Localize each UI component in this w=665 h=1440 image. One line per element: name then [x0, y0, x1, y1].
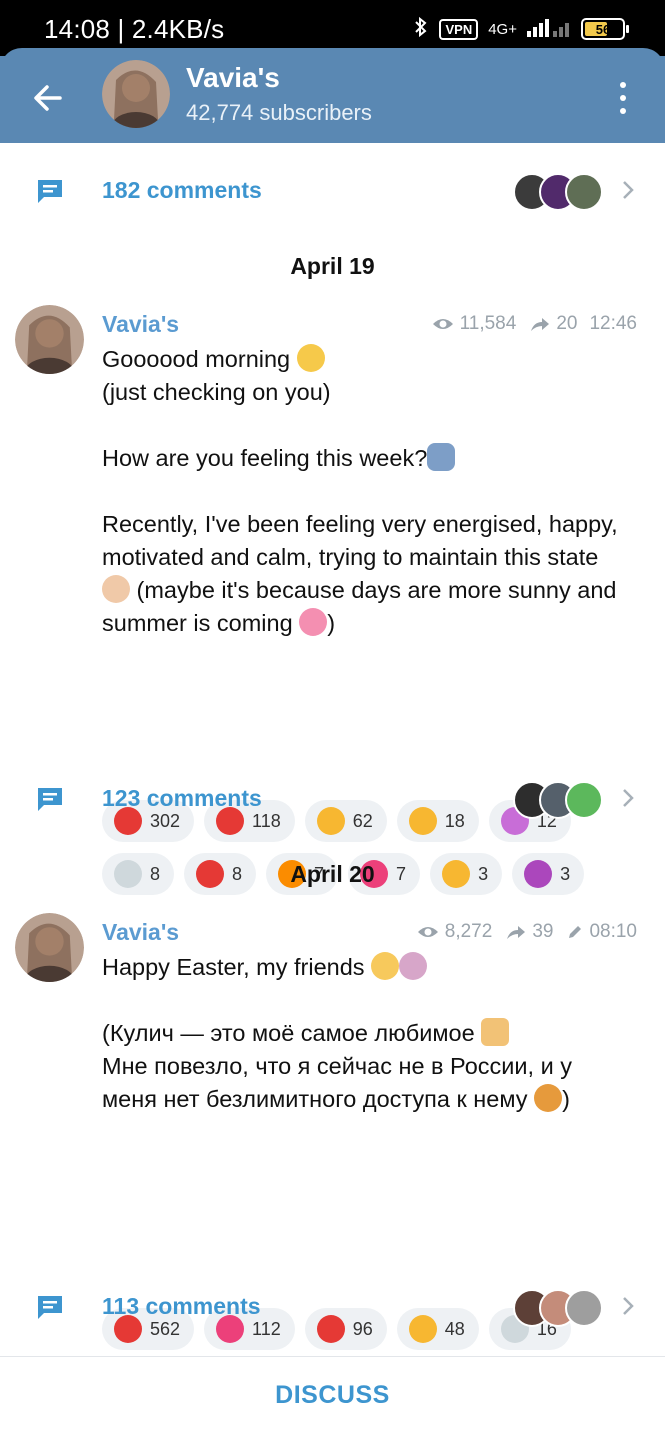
- vpn-badge: VPN: [439, 18, 479, 40]
- bluetooth-icon: [413, 16, 429, 42]
- comments-row[interactable]: 113 comments: [0, 1277, 665, 1337]
- comment-icon: [38, 180, 62, 203]
- post-meta: 11,584 20 12:46: [432, 313, 637, 335]
- people-icon: [427, 443, 456, 471]
- relieved-face-icon: [102, 575, 130, 603]
- avatar: [565, 1289, 603, 1327]
- channel-title[interactable]: Vavia's: [186, 62, 280, 94]
- nest-with-eggs-icon: [399, 952, 428, 980]
- status-time-speed: 14:08 | 2.4KB/s: [44, 14, 225, 44]
- chevron-right-icon: [623, 1297, 634, 1315]
- share-count: 39: [532, 921, 554, 942]
- post-line: How are you feeling this week?: [102, 445, 428, 471]
- sun-face-icon: [296, 344, 325, 372]
- eye-icon: [432, 319, 453, 329]
- post-line: Goooood morning: [102, 346, 291, 372]
- eye-icon: [417, 927, 438, 937]
- post-line: (just checking on you): [102, 379, 331, 405]
- subscriber-count: 42,774 subscribers: [186, 100, 372, 125]
- avatar[interactable]: [15, 305, 84, 374]
- chevron-right-icon: [623, 181, 634, 199]
- comments-count[interactable]: 113 comments: [102, 1293, 261, 1320]
- comments-row[interactable]: 182 comments: [0, 161, 665, 221]
- battery-icon: 56: [581, 18, 629, 40]
- edit-pencil-icon: [569, 926, 582, 938]
- battery-level: 56: [595, 21, 611, 37]
- cake-icon: [481, 1018, 510, 1046]
- signal-icon: [527, 17, 571, 41]
- comment-icon: [38, 1296, 62, 1319]
- post-line: ): [562, 1086, 570, 1112]
- network-label: 4G+: [488, 20, 517, 38]
- chevron-right-icon: [623, 789, 634, 807]
- comment-icon: [38, 788, 62, 811]
- post-line: Recently, I've been feeling very energis…: [102, 511, 618, 570]
- cherry-blossom-icon: [299, 608, 328, 636]
- post-line: Happy Easter, my friends: [102, 954, 365, 980]
- post-text: Happy Easter, my friends (Кулич — это мо…: [102, 951, 627, 1116]
- avatar: [565, 781, 603, 819]
- post-text: Goooood morning (just checking on you) H…: [102, 343, 627, 640]
- channel-header: Vavia's 42,774 subscribers: [0, 48, 665, 143]
- arrow-left-icon: [34, 85, 62, 111]
- avatar[interactable]: [15, 913, 84, 982]
- pleading-face-icon: [534, 1084, 563, 1112]
- share-icon: [507, 926, 526, 939]
- commenter-avatars: [513, 781, 603, 819]
- post-time: 12:46: [589, 313, 637, 334]
- share-count: 20: [556, 313, 578, 334]
- post-line: (maybe it's because days are more sunny …: [102, 577, 617, 636]
- date-separator: April 19: [290, 253, 375, 279]
- avatar: [565, 173, 603, 211]
- status-icons: VPN 4G+ 56: [413, 16, 629, 42]
- more-vert-icon: [620, 82, 626, 88]
- comments-row[interactable]: 123 comments: [0, 769, 665, 829]
- more-menu-button[interactable]: [611, 78, 635, 118]
- date-separator: April 20: [290, 861, 375, 887]
- post-author[interactable]: Vavia's: [102, 311, 179, 338]
- channel-avatar[interactable]: [102, 60, 170, 128]
- post-line: (Кулич — это моё самое любимое: [102, 1020, 475, 1046]
- comments-count[interactable]: 123 comments: [102, 785, 262, 812]
- share-icon: [531, 318, 550, 331]
- commenter-avatars: [513, 1289, 603, 1327]
- post-line: Мне повезло, что я сейчас не в России, и…: [102, 1053, 572, 1112]
- discuss-button[interactable]: DISCUSS: [0, 1381, 665, 1410]
- post-line: ): [327, 610, 336, 636]
- post-author[interactable]: Vavia's: [102, 919, 179, 946]
- post-time: 08:10: [589, 921, 637, 942]
- discuss-bar: DISCUSS: [0, 1356, 665, 1440]
- back-button[interactable]: [28, 78, 68, 118]
- comments-count[interactable]: 182 comments: [102, 177, 262, 204]
- post-meta: 8,272 39 08:10: [417, 921, 637, 943]
- easter-egg-icon: [371, 952, 400, 980]
- view-count: 11,584: [459, 313, 517, 334]
- message-list[interactable]: 182 comments April 19 Vavia's 11,584 20 …: [0, 143, 665, 1440]
- commenter-avatars: [513, 173, 603, 211]
- view-count: 8,272: [444, 921, 493, 942]
